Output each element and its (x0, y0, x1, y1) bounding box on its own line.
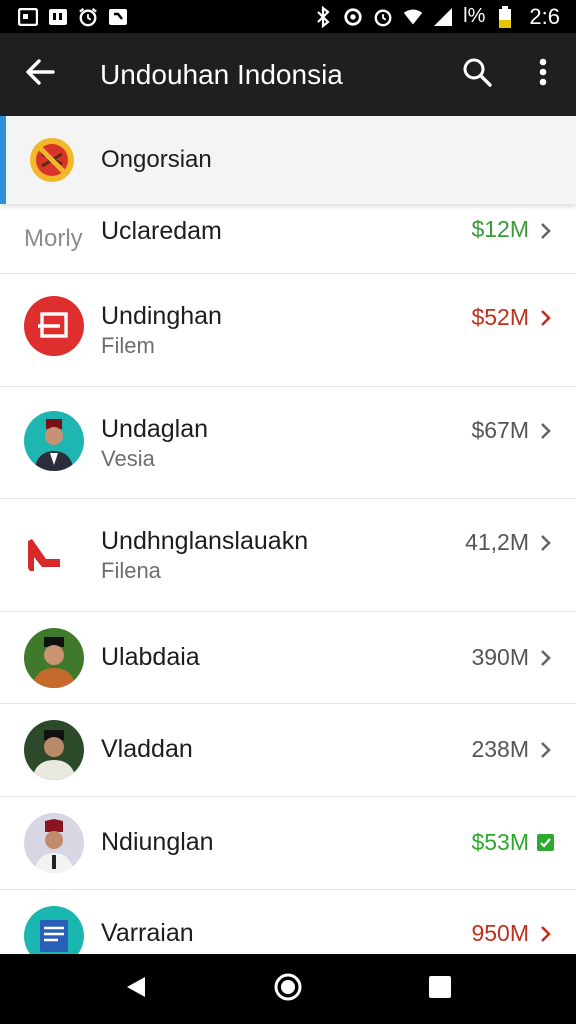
list-item-prefix: Morly (24, 224, 83, 252)
status-left-icons (18, 7, 128, 27)
search-button[interactable] (444, 33, 510, 116)
person-avatar (24, 813, 84, 873)
chevron-right-icon[interactable] (538, 221, 554, 241)
person-avatar (24, 411, 84, 471)
download-icon (108, 7, 128, 27)
list-item[interactable]: Ulabdaia 390M (0, 612, 576, 704)
more-options-button[interactable] (510, 33, 576, 116)
red-logo-icon (24, 523, 84, 583)
chevron-right-icon[interactable] (538, 421, 554, 441)
list-item-texts: Vladdan (101, 734, 193, 765)
list-item-size: 950M (471, 920, 529, 946)
list-item-size: 390M (471, 644, 529, 670)
list-item-title: Undinghan (101, 302, 222, 330)
back-arrow-icon (25, 58, 55, 91)
list-item[interactable]: Undhnglanslauakn Filena 41,2M (0, 499, 576, 612)
clock: 2:6 (529, 3, 560, 29)
featured-item[interactable]: Ongorsian (0, 116, 576, 204)
list-item-title: Undhnglanslauakn (101, 527, 309, 555)
app-bar: Undouhan Indonsia (0, 33, 576, 116)
bluetooth-icon (313, 5, 333, 28)
sync-icon (343, 7, 363, 27)
back-button[interactable] (0, 33, 80, 116)
red-app-icon (24, 296, 84, 356)
list-item-title: Ndiunglan (101, 828, 214, 856)
list-item-texts: Varraian (101, 918, 194, 949)
list-item-subtitle: Vesia (101, 446, 155, 471)
chevron-right-icon[interactable] (538, 924, 554, 944)
nav-recents-button[interactable] (410, 959, 470, 1019)
download-list[interactable]: Morly Uclaredam $12M Undinghan Filem $52… (0, 204, 576, 954)
list-item-size: 41,2M (465, 529, 529, 555)
more-vert-icon (539, 58, 547, 91)
list-item[interactable]: Undaglan Vesia $67M (0, 387, 576, 499)
signal-icon (433, 7, 453, 27)
battery-icon (495, 5, 515, 28)
alarm-icon (78, 7, 98, 27)
search-icon (462, 57, 492, 92)
notification-icon (48, 7, 68, 27)
status-bar: l% 2:6 (0, 0, 576, 33)
list-item[interactable]: Ndiunglan $53M (0, 797, 576, 890)
list-item[interactable]: Morly Uclaredam $12M (0, 204, 576, 274)
list-item-title: Uclaredam (101, 217, 222, 245)
wifi-icon (403, 7, 423, 27)
list-item-size: $52M (471, 304, 529, 330)
alarm-clock-icon (373, 7, 393, 27)
list-item-size: $67M (471, 417, 529, 443)
check-box-icon[interactable] (536, 832, 554, 852)
screenshot-icon (18, 7, 38, 27)
battery-percent: l% (463, 5, 486, 27)
list-item-subtitle: Filena (101, 558, 161, 583)
chevron-right-icon[interactable] (538, 648, 554, 668)
nav-home-icon (273, 972, 303, 1007)
list-item[interactable]: Varraian 950M (0, 890, 576, 954)
list-item-size: $12M (471, 216, 529, 242)
list-item-title: Ulabdaia (101, 643, 200, 671)
list-item[interactable]: Vladdan 238M (0, 704, 576, 797)
chevron-right-icon[interactable] (538, 740, 554, 760)
document-app-icon (24, 906, 84, 954)
list-item-texts: Undhnglanslauakn Filena (101, 526, 308, 585)
person-avatar (24, 720, 84, 780)
list-item-texts: Undaglan Vesia (101, 414, 208, 473)
nav-home-button[interactable] (258, 959, 318, 1019)
list-item-size: 238M (471, 736, 529, 762)
status-right-icons: l% 2:6 (313, 4, 560, 30)
list-item-title: Vladdan (101, 735, 193, 763)
blocked-icon (28, 136, 76, 184)
list-item-title: Undaglan (101, 415, 209, 443)
nav-back-button[interactable] (106, 959, 166, 1019)
person-avatar (24, 628, 84, 688)
nav-back-icon (125, 975, 147, 1004)
page-title: Undouhan Indonsia (100, 58, 343, 90)
list-item-texts: Uclaredam (101, 216, 222, 247)
navigation-bar (0, 954, 576, 1024)
list-item-title: Varraian (101, 919, 194, 947)
list-item-texts: Undinghan Filem (101, 301, 222, 360)
list-item-texts: Ulabdaia (101, 642, 200, 673)
chevron-right-icon[interactable] (538, 308, 554, 328)
nav-recents-icon (429, 975, 451, 1003)
featured-label: Ongorsian (101, 146, 212, 173)
chevron-right-icon[interactable] (538, 533, 554, 553)
list-item[interactable]: Undinghan Filem $52M (0, 274, 576, 387)
list-item-subtitle: Filem (101, 333, 155, 358)
list-item-size: $53M (471, 829, 529, 855)
list-item-texts: Ndiunglan (101, 827, 214, 858)
